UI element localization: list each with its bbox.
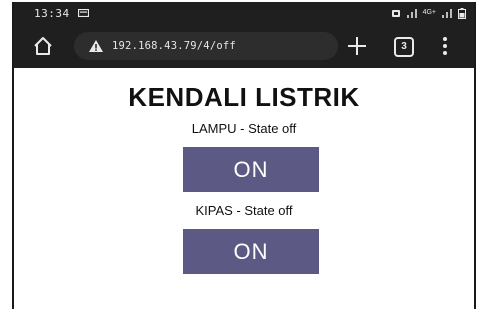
tab-count: 3 [401, 41, 407, 52]
page-title: KENDALI LISTRIK [128, 82, 360, 112]
battery-icon [458, 7, 466, 19]
plus-icon[interactable] [346, 35, 368, 57]
network-type-label: 4G+ [422, 9, 436, 16]
status-icons: 4G+ [391, 7, 466, 19]
home-icon[interactable] [32, 36, 54, 56]
tabs-icon[interactable]: 3 [394, 37, 414, 57]
kipas-on-button[interactable]: ON [183, 229, 319, 274]
address-bar[interactable]: 192.168.43.79/4/off [74, 32, 338, 60]
browser-toolbar: 192.168.43.79/4/off 3 [14, 26, 474, 66]
new-tab-button[interactable] [344, 32, 370, 60]
status-time: 13:34 [34, 7, 70, 20]
warning-icon[interactable] [88, 39, 104, 53]
signal-icon [406, 9, 417, 18]
signal-icon-2 [442, 9, 452, 18]
url-text[interactable]: 192.168.43.79/4/off [112, 40, 236, 52]
message-icon [78, 9, 89, 17]
status-bar: 13:34 4G+ [14, 2, 474, 24]
menu-icon[interactable] [442, 37, 448, 57]
page-content: KENDALI LISTRIK LAMPU - State off ON KIP… [14, 68, 474, 309]
alarm-icon [391, 10, 400, 17]
lampu-on-button[interactable]: ON [183, 147, 319, 192]
lampu-state-label: LAMPU - State off [191, 121, 297, 136]
frame-border-right [474, 2, 476, 309]
kipas-state-label: KIPAS - State off [195, 203, 293, 218]
browser-chrome: 13:34 4G+ 192.168.43.79/4/off 3 [14, 2, 474, 68]
